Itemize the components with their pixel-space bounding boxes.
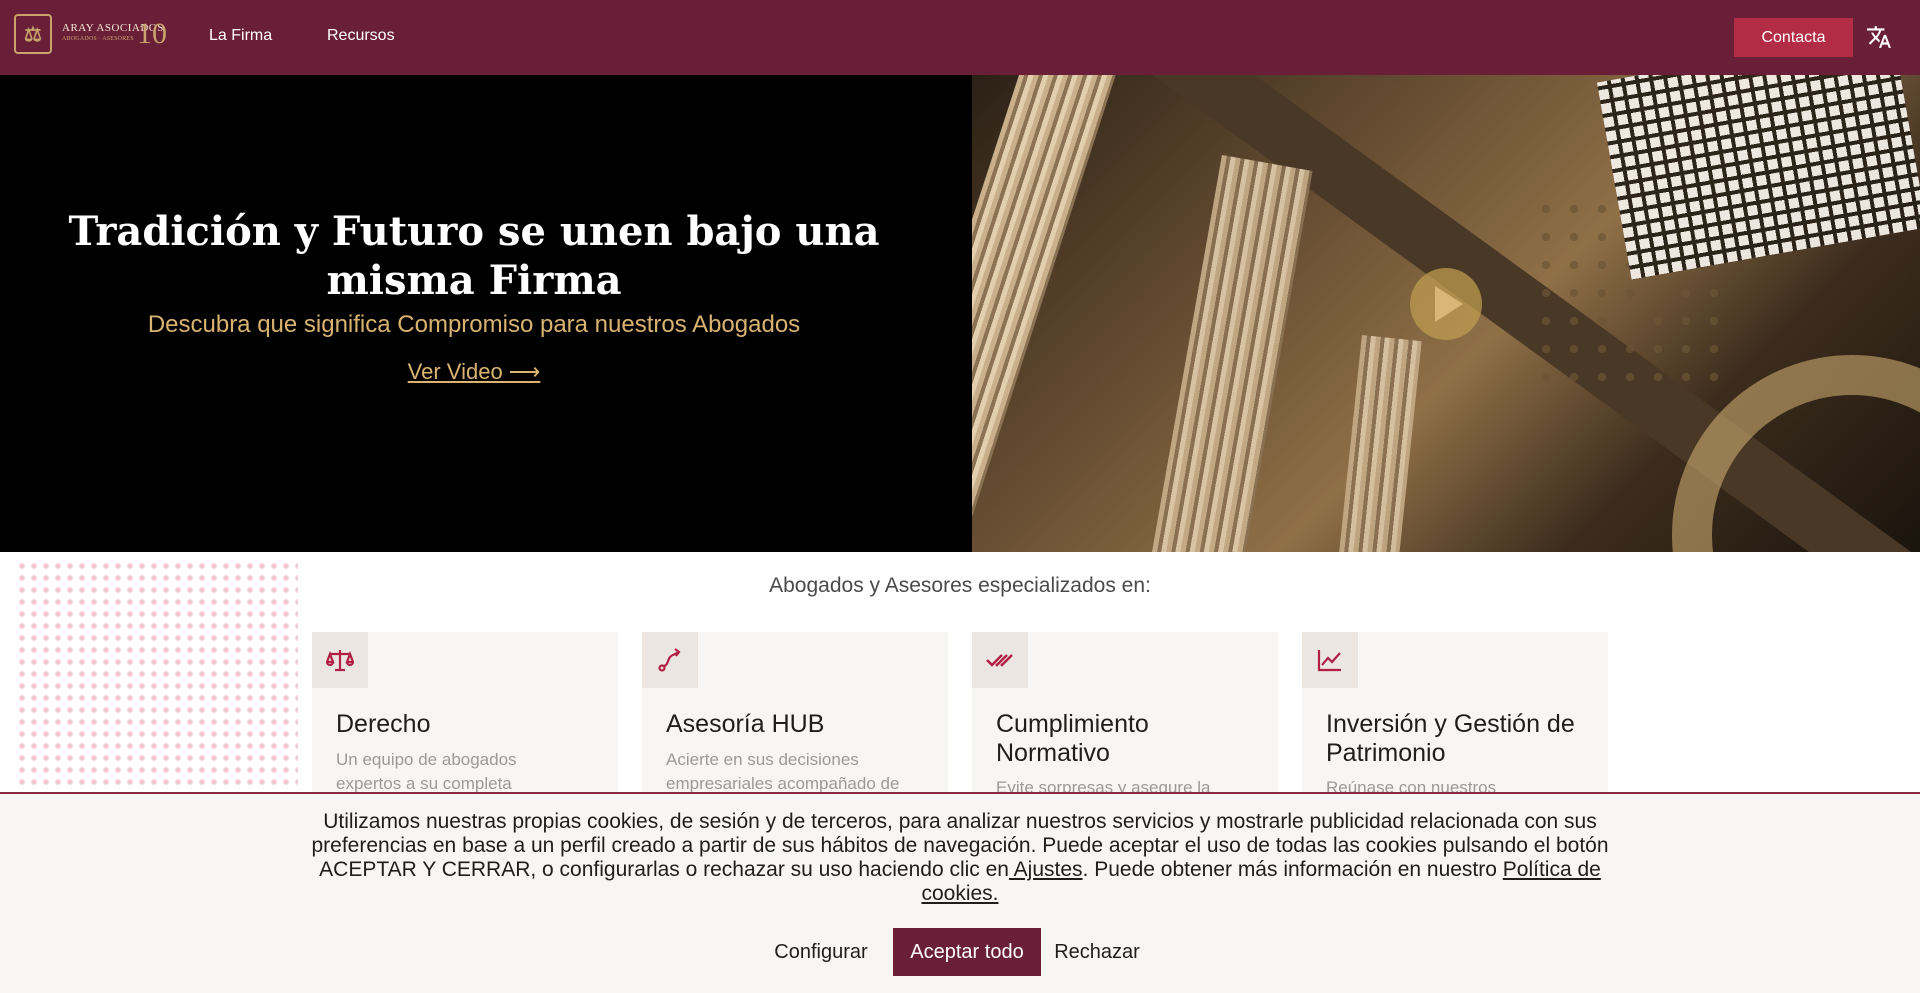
scale-icon <box>312 632 368 688</box>
top-navigation-bar: ⚖ ARAY ASOCIADOS ABOGADOS · ASESORES 10 … <box>0 0 1920 75</box>
hero-text-panel: Tradición y Futuro se unen bajo una mism… <box>0 75 972 552</box>
contact-button[interactable]: Contacta <box>1734 18 1853 57</box>
reject-button[interactable]: Rechazar <box>1050 928 1144 976</box>
cookie-consent-banner: Utilizamos nuestras propias cookies, de … <box>0 792 1920 993</box>
anniversary-badge: 10 <box>137 16 181 52</box>
anniversary-number: 10 <box>137 17 167 50</box>
service-title: Derecho <box>336 710 431 738</box>
logo-emblem-icon: ⚖ <box>14 14 52 54</box>
column-shape <box>1131 155 1313 552</box>
service-description: Un equipo de abogados expertos a su comp… <box>336 750 517 793</box>
hero-subtitle: Descubra que significa Compromiso para n… <box>147 311 801 338</box>
hero-section: Tradición y Futuro se unen bajo una mism… <box>0 75 1920 552</box>
play-icon[interactable] <box>1410 268 1482 340</box>
hero-title: Tradición y Futuro se unen bajo una mism… <box>68 208 880 304</box>
nav-recursos[interactable]: Recursos <box>327 27 395 45</box>
service-title: Asesoría HUB <box>666 710 825 738</box>
accept-all-button[interactable]: Aceptar todo <box>893 928 1041 976</box>
configure-button[interactable]: Configurar <box>760 928 882 976</box>
column-shape <box>1330 335 1422 552</box>
service-description: Acierte en sus decisiones empresariales … <box>666 750 900 793</box>
double-check-icon <box>972 632 1028 688</box>
route-icon <box>642 632 698 688</box>
service-title: Cumplimiento Normativo <box>996 710 1149 767</box>
skylight-window <box>1596 75 1920 280</box>
play-triangle <box>1435 286 1463 322</box>
column-shape <box>972 75 1120 552</box>
services-heading: Abogados y Asesores especializados en: <box>769 574 1151 597</box>
chart-line-icon <box>1302 632 1358 688</box>
cookie-settings-link[interactable]: Ajustes <box>1009 858 1083 881</box>
translate-icon[interactable] <box>1866 24 1894 52</box>
nav-la-firma[interactable]: La Firma <box>209 27 272 45</box>
cookie-text-mid: . Puede obtener más información en nuest… <box>1082 858 1503 881</box>
hero-image-columns <box>972 75 1920 552</box>
cookie-message: Utilizamos nuestras propias cookies, de … <box>300 810 1620 906</box>
watch-video-link[interactable]: Ver Video ⟶ <box>40 359 908 385</box>
service-title: Inversión y Gestión de Patrimonio <box>1326 710 1575 767</box>
